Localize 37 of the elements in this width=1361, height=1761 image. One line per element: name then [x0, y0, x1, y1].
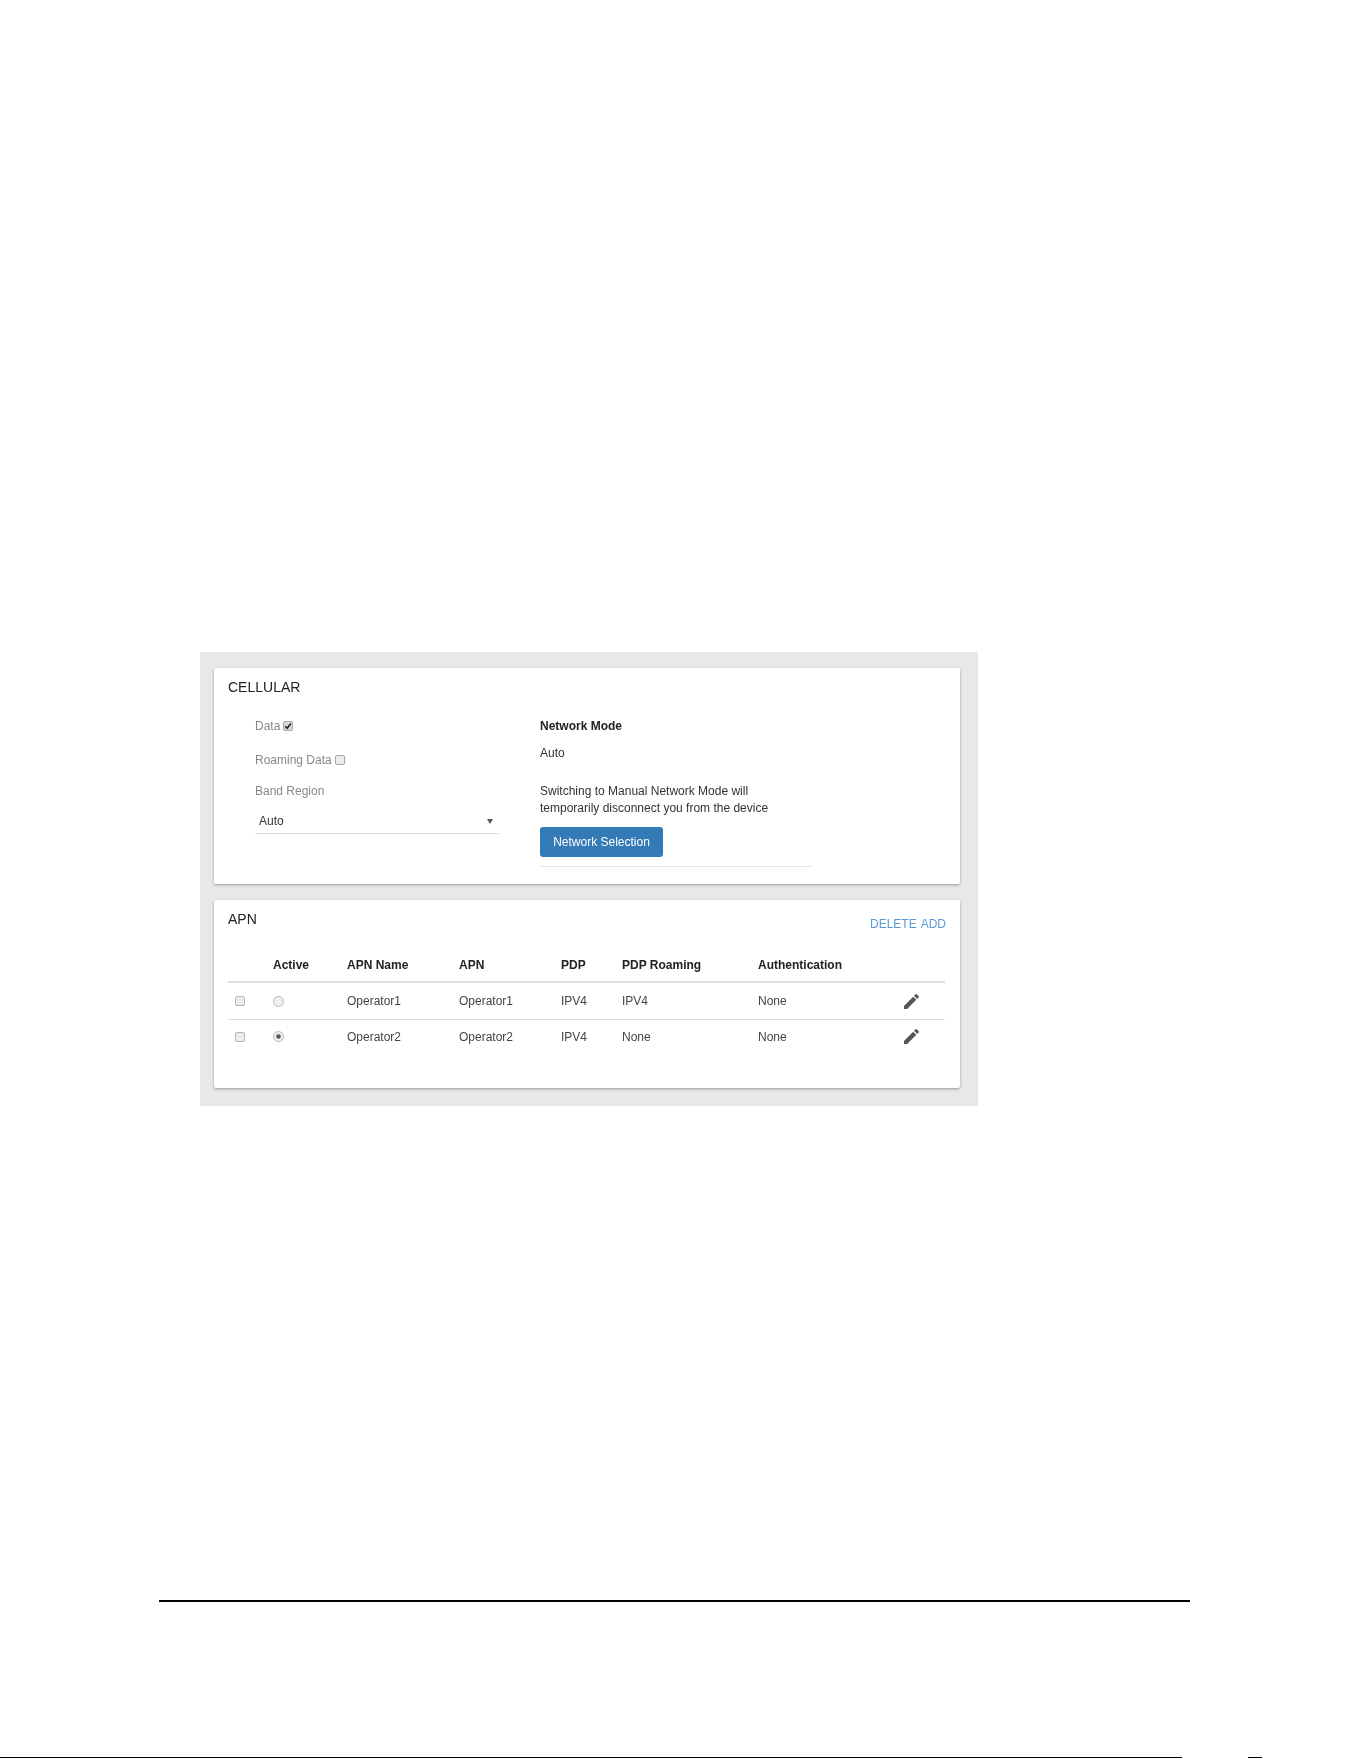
pencil-icon[interactable] — [904, 993, 919, 1009]
band-region-label: Band Region — [255, 783, 325, 800]
network-mode-value: Auto — [540, 745, 565, 762]
checkbox-label: Data — [255, 718, 281, 735]
table-cell-text: IPV4 — [561, 1028, 588, 1046]
network-selection-button[interactable]: Network Selection — [540, 827, 663, 857]
caret-icon — [487, 818, 493, 824]
row-checkbox[interactable] — [235, 996, 245, 1006]
card-title: APN — [228, 910, 257, 928]
table-cell-text: None — [758, 1028, 788, 1046]
table-cell-text: Operator1 — [347, 993, 403, 1010]
pencil-icon[interactable] — [904, 1029, 919, 1044]
column-header: APN Name — [347, 957, 410, 974]
network-mode-label: Network Mode — [540, 718, 622, 735]
table-cell-text: Operator2 — [459, 1028, 515, 1046]
checkbox-label: Roaming Data — [255, 752, 332, 769]
radio-button[interactable] — [273, 1031, 284, 1042]
action-link[interactable]: DELETE — [869, 915, 917, 933]
checkbox[interactable] — [334, 755, 345, 765]
action-link[interactable]: ADD — [920, 915, 946, 933]
table-cell-text: IPV4 — [561, 993, 588, 1010]
table-cell-text: Operator2 — [347, 1028, 403, 1046]
row-checkbox[interactable] — [235, 1031, 245, 1042]
table-cell-text: None — [622, 1028, 652, 1046]
table-cell-text: IPV4 — [622, 993, 649, 1010]
band-region-select[interactable]: Auto — [255, 809, 499, 834]
table-cell-text: Operator1 — [459, 993, 515, 1010]
column-header: APN — [459, 957, 486, 974]
checkbox[interactable] — [283, 721, 294, 731]
column-header: Active — [273, 957, 311, 974]
column-header: Authentication — [758, 957, 843, 974]
radio-button[interactable] — [273, 995, 284, 1007]
column-header: PDP Roaming — [622, 957, 703, 974]
table-cell-text: None — [758, 993, 788, 1010]
card-title: CELLULAR — [228, 678, 301, 696]
column-header: PDP — [561, 957, 587, 974]
warning-text: Switching to Manual Network Mode will temporarily disconnect you from the device — [540, 783, 770, 817]
